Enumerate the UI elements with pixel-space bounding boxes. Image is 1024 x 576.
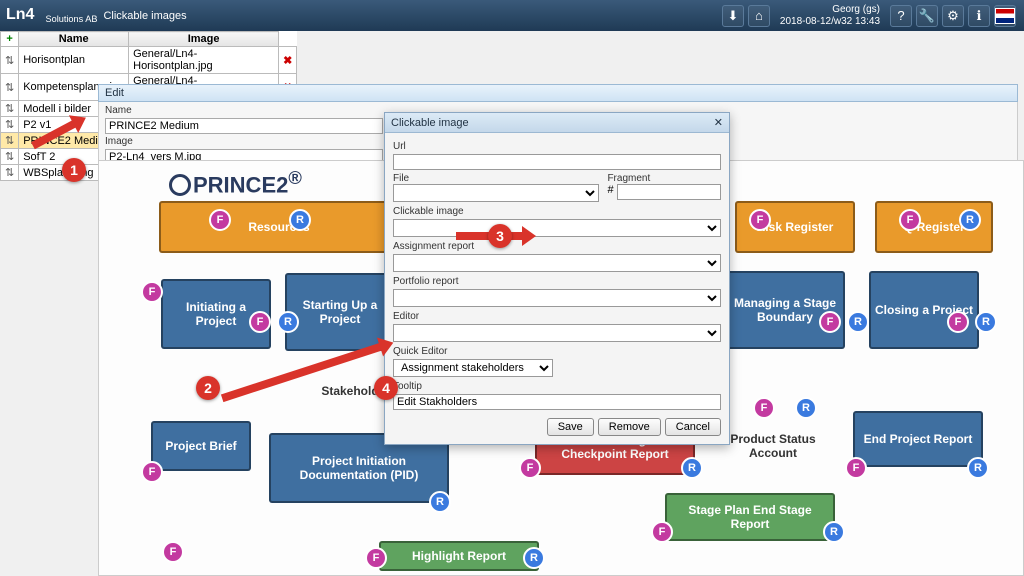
user-info: Georg (gs) 2018-08-12/w32 13:43 xyxy=(780,4,880,28)
info-icon[interactable]: ℹ xyxy=(968,5,990,27)
col-image: Image xyxy=(129,32,279,47)
quick-editor-label: Quick Editor xyxy=(393,346,721,357)
box-project-brief[interactable]: Project Brief xyxy=(151,421,251,471)
box-resources[interactable]: Resources xyxy=(159,201,399,253)
fragment-prefix: # xyxy=(607,184,613,200)
tools-icon[interactable]: 🔧 xyxy=(916,5,938,27)
clickable-image-select[interactable] xyxy=(393,219,721,237)
callout-2: 2 xyxy=(196,376,220,400)
box-product-status[interactable]: Product Status Account xyxy=(713,421,833,471)
r-badge-icon: R xyxy=(975,311,997,333)
edit-panel-title: Edit xyxy=(98,84,1018,102)
add-row-button[interactable]: + xyxy=(1,32,19,47)
name-input[interactable] xyxy=(105,118,383,134)
f-badge-icon: F xyxy=(819,311,841,333)
portfolio-report-select[interactable] xyxy=(393,289,721,307)
url-input[interactable] xyxy=(393,154,721,170)
box-highlight[interactable]: Highlight Report xyxy=(379,541,539,571)
callout-4: 4 xyxy=(374,376,398,400)
r-badge-icon: R xyxy=(967,457,989,479)
r-badge-icon: R xyxy=(823,521,845,543)
file-label: File xyxy=(393,173,409,184)
remove-button[interactable]: Remove xyxy=(598,418,661,436)
delete-row-icon[interactable]: ✖ xyxy=(279,47,297,74)
drag-handle-icon[interactable]: ⇅ xyxy=(1,149,19,165)
r-badge-icon: R xyxy=(681,457,703,479)
tooltip-input[interactable] xyxy=(393,394,721,410)
box-closing[interactable]: Closing a Project xyxy=(869,271,979,349)
box-managing-boundary[interactable]: Managing a Stage Boundary xyxy=(725,271,845,349)
callout-3: 3 xyxy=(488,224,512,248)
file-select[interactable] xyxy=(393,184,599,202)
r-badge-icon: R xyxy=(277,311,299,333)
quick-editor-select[interactable]: Assignment stakeholders xyxy=(393,359,553,377)
prince2-logo: PRINCE2® xyxy=(169,167,302,198)
save-button[interactable]: Save xyxy=(547,418,594,436)
clickable-image-dialog: Clickable image ✕ Url File Fragment # Cl… xyxy=(384,112,730,445)
fragment-input[interactable] xyxy=(617,184,721,200)
assignment-report-select[interactable] xyxy=(393,254,721,272)
fragment-label: Fragment xyxy=(607,173,650,184)
f-badge-icon: F xyxy=(519,457,541,479)
box-stage-plan[interactable]: Stage Plan End Stage Report xyxy=(665,493,835,541)
clickable-image-label: Clickable image xyxy=(393,206,721,217)
r-badge-icon: R xyxy=(289,209,311,231)
box-end-project[interactable]: End Project Report xyxy=(853,411,983,467)
app-logo: Ln4 Solutions AB xyxy=(6,6,97,24)
flag-icon[interactable] xyxy=(994,5,1016,27)
r-badge-icon: R xyxy=(523,547,545,569)
f-badge-icon: F xyxy=(749,209,771,231)
tooltip-label: Tooltip xyxy=(393,381,721,392)
page-title: Clickable images xyxy=(103,10,186,22)
list-row[interactable]: ⇅ Horisontplan General/Ln4-Horisontplan.… xyxy=(1,47,297,74)
settings-icon[interactable]: ⚙ xyxy=(942,5,964,27)
editor-select[interactable] xyxy=(393,324,721,342)
f-badge-icon: F xyxy=(365,547,387,569)
dialog-title-bar[interactable]: Clickable image ✕ xyxy=(385,113,729,133)
drag-handle-icon[interactable]: ⇅ xyxy=(1,47,19,74)
editor-label: Editor xyxy=(393,311,721,322)
download-icon[interactable]: ⬇ xyxy=(722,5,744,27)
f-badge-icon: F xyxy=(141,461,163,483)
f-badge-icon: F xyxy=(651,521,673,543)
f-badge-icon: F xyxy=(899,209,921,231)
url-label: Url xyxy=(393,141,721,152)
f-badge-icon: F xyxy=(845,457,867,479)
assignment-report-label: Assignment report xyxy=(393,241,721,252)
f-badge-icon: F xyxy=(209,209,231,231)
dialog-title: Clickable image xyxy=(391,117,469,129)
close-icon[interactable]: ✕ xyxy=(714,116,723,129)
col-name: Name xyxy=(19,32,129,47)
f-badge-icon: F xyxy=(753,397,775,419)
f-badge-icon: F xyxy=(249,311,271,333)
help-icon[interactable]: ? xyxy=(890,5,912,27)
callout-1: 1 xyxy=(62,158,86,182)
drag-handle-icon[interactable]: ⇅ xyxy=(1,117,19,133)
r-badge-icon: R xyxy=(847,311,869,333)
drag-handle-icon[interactable]: ⇅ xyxy=(1,74,19,101)
r-badge-icon: R xyxy=(429,491,451,513)
f-badge-icon: F xyxy=(947,311,969,333)
top-bar: Ln4 Solutions AB Clickable images ⬇ ⌂ Ge… xyxy=(0,0,1024,31)
home-icon[interactable]: ⌂ xyxy=(748,5,770,27)
f-badge-icon: F xyxy=(141,281,163,303)
cancel-button[interactable]: Cancel xyxy=(665,418,721,436)
drag-handle-icon[interactable]: ⇅ xyxy=(1,133,19,149)
r-badge-icon: R xyxy=(795,397,817,419)
f-badge-icon: F xyxy=(162,541,184,563)
portfolio-report-label: Portfolio report xyxy=(393,276,721,287)
drag-handle-icon[interactable]: ⇅ xyxy=(1,101,19,117)
r-badge-icon: R xyxy=(959,209,981,231)
drag-handle-icon[interactable]: ⇅ xyxy=(1,165,19,181)
